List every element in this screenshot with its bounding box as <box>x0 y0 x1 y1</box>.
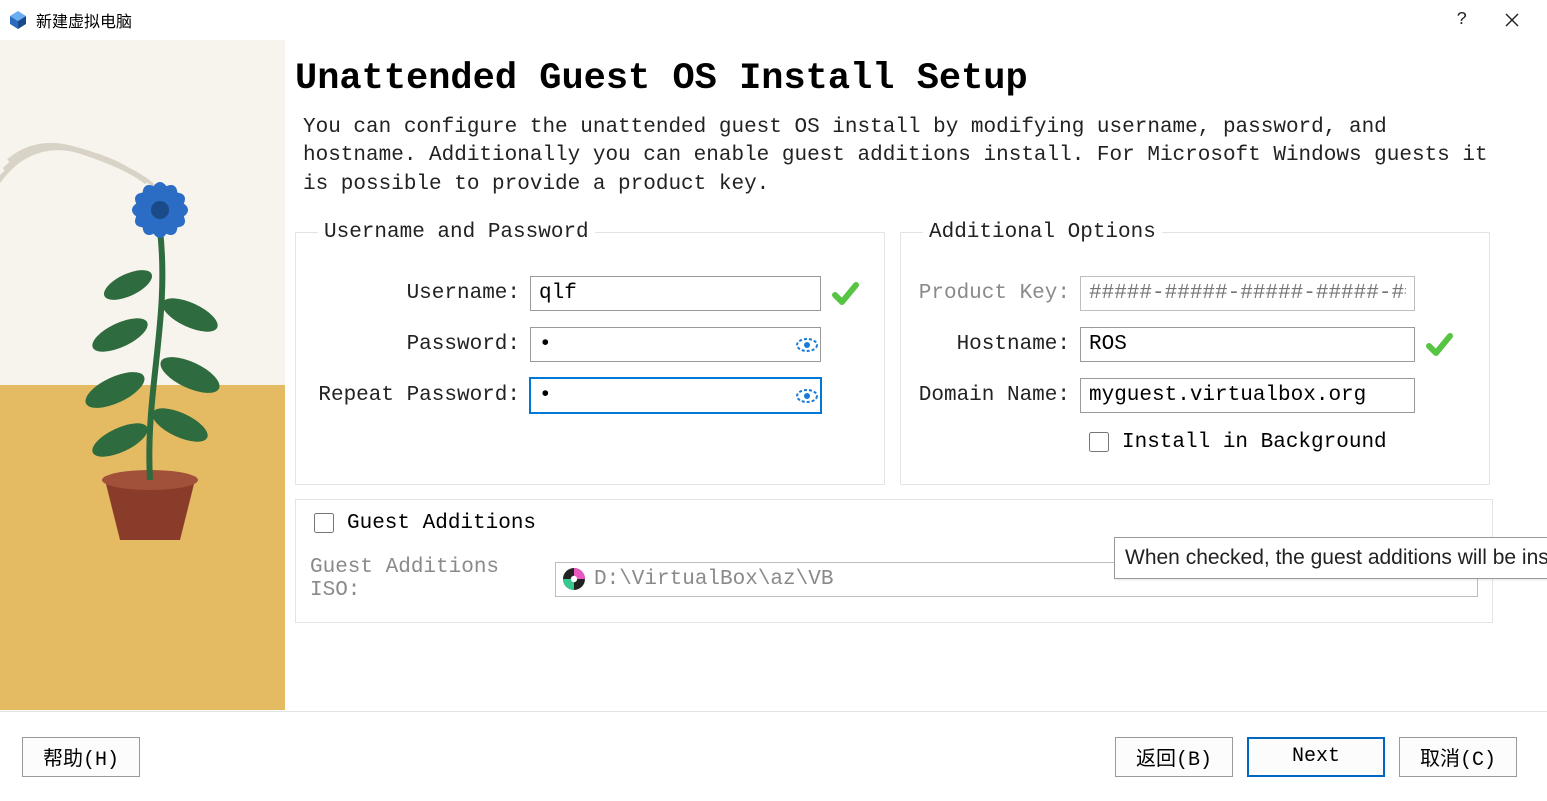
product-key-input <box>1080 276 1415 311</box>
titlebar: 新建虚拟电脑 ? <box>0 0 1547 40</box>
password-input[interactable] <box>530 327 821 362</box>
tooltip-text: When checked, the guest additions will b… <box>1125 546 1547 570</box>
repeat-password-label: Repeat Password: <box>310 384 520 407</box>
username-label: Username: <box>310 282 520 305</box>
wizard-footer: 帮助(H) 返回(B) Next 取消(C) <box>0 711 1547 801</box>
wizard-main: Unattended Guest OS Install Setup You ca… <box>285 40 1547 710</box>
check-icon <box>831 280 859 308</box>
username-password-group: Username and Password Username: Password… <box>295 221 885 485</box>
group-legend-right: Additional Options <box>923 221 1162 244</box>
tooltip: When checked, the guest additions will b… <box>1114 537 1547 579</box>
disc-icon <box>562 567 586 591</box>
content: Unattended Guest OS Install Setup You ca… <box>0 40 1547 710</box>
wizard-sidebar <box>0 40 285 710</box>
next-button[interactable]: Next <box>1247 737 1385 777</box>
app-icon <box>8 10 28 30</box>
help-titlebar-button[interactable]: ? <box>1437 5 1487 35</box>
close-icon <box>1505 13 1519 27</box>
close-button[interactable] <box>1487 5 1537 35</box>
username-input[interactable] <box>530 276 821 311</box>
repeat-password-input[interactable] <box>530 378 821 413</box>
plant-illustration <box>50 140 250 560</box>
page-description: You can configure the unattended guest O… <box>303 114 1503 199</box>
back-button[interactable]: 返回(B) <box>1115 737 1233 777</box>
help-button[interactable]: 帮助(H) <box>22 737 140 777</box>
guest-additions-checkbox[interactable] <box>314 513 334 533</box>
install-in-background-label: Install in Background <box>1122 431 1387 454</box>
install-in-background-checkbox[interactable] <box>1089 432 1109 452</box>
guest-additions-iso-path: D:\VirtualBox\az\VB <box>594 568 833 591</box>
additional-options-group: Additional Options Product Key: Hostname… <box>900 221 1490 485</box>
window-title: 新建虚拟电脑 <box>36 8 132 32</box>
cancel-button[interactable]: 取消(C) <box>1399 737 1517 777</box>
eye-icon[interactable] <box>795 386 819 406</box>
page-title: Unattended Guest OS Install Setup <box>295 58 1517 100</box>
product-key-label: Product Key: <box>915 282 1070 305</box>
group-legend-left: Username and Password <box>318 221 595 244</box>
guest-additions-iso-label: Guest Additions ISO: <box>310 556 545 602</box>
eye-icon[interactable] <box>795 335 819 355</box>
check-icon <box>1425 331 1453 359</box>
domain-name-label: Domain Name: <box>915 384 1070 407</box>
hostname-input[interactable] <box>1080 327 1415 362</box>
hostname-label: Hostname: <box>915 333 1070 356</box>
guest-additions-label: Guest Additions <box>347 512 536 535</box>
password-label: Password: <box>310 333 520 356</box>
domain-name-input[interactable] <box>1080 378 1415 413</box>
